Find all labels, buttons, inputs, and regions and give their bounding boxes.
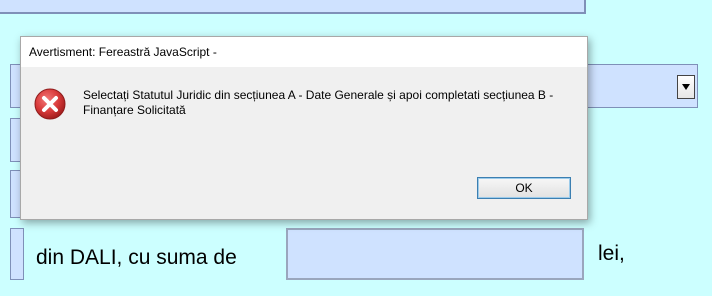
chevron-down-icon: [682, 84, 690, 90]
error-icon: [33, 87, 67, 121]
ok-button[interactable]: OK: [477, 177, 571, 199]
top-field-edge: [0, 0, 586, 14]
currency-label: lei,: [598, 242, 625, 265]
dropdown-arrow-button[interactable]: [677, 75, 695, 99]
form-field-edge: [10, 228, 24, 280]
sum-input[interactable]: [286, 228, 584, 280]
dialog-body: Selectați Statutul Juridic din secțiunea…: [21, 67, 587, 219]
dialog-message: Selectați Statutul Juridic din secțiunea…: [83, 88, 554, 117]
sum-label: din DALI, cu suma de: [36, 246, 237, 269]
alert-dialog: Avertisment: Fereastră JavaScript - Sele…: [20, 36, 588, 220]
dialog-titlebar[interactable]: Avertisment: Fereastră JavaScript -: [21, 37, 587, 67]
dialog-title: Avertisment: Fereastră JavaScript -: [29, 45, 217, 59]
